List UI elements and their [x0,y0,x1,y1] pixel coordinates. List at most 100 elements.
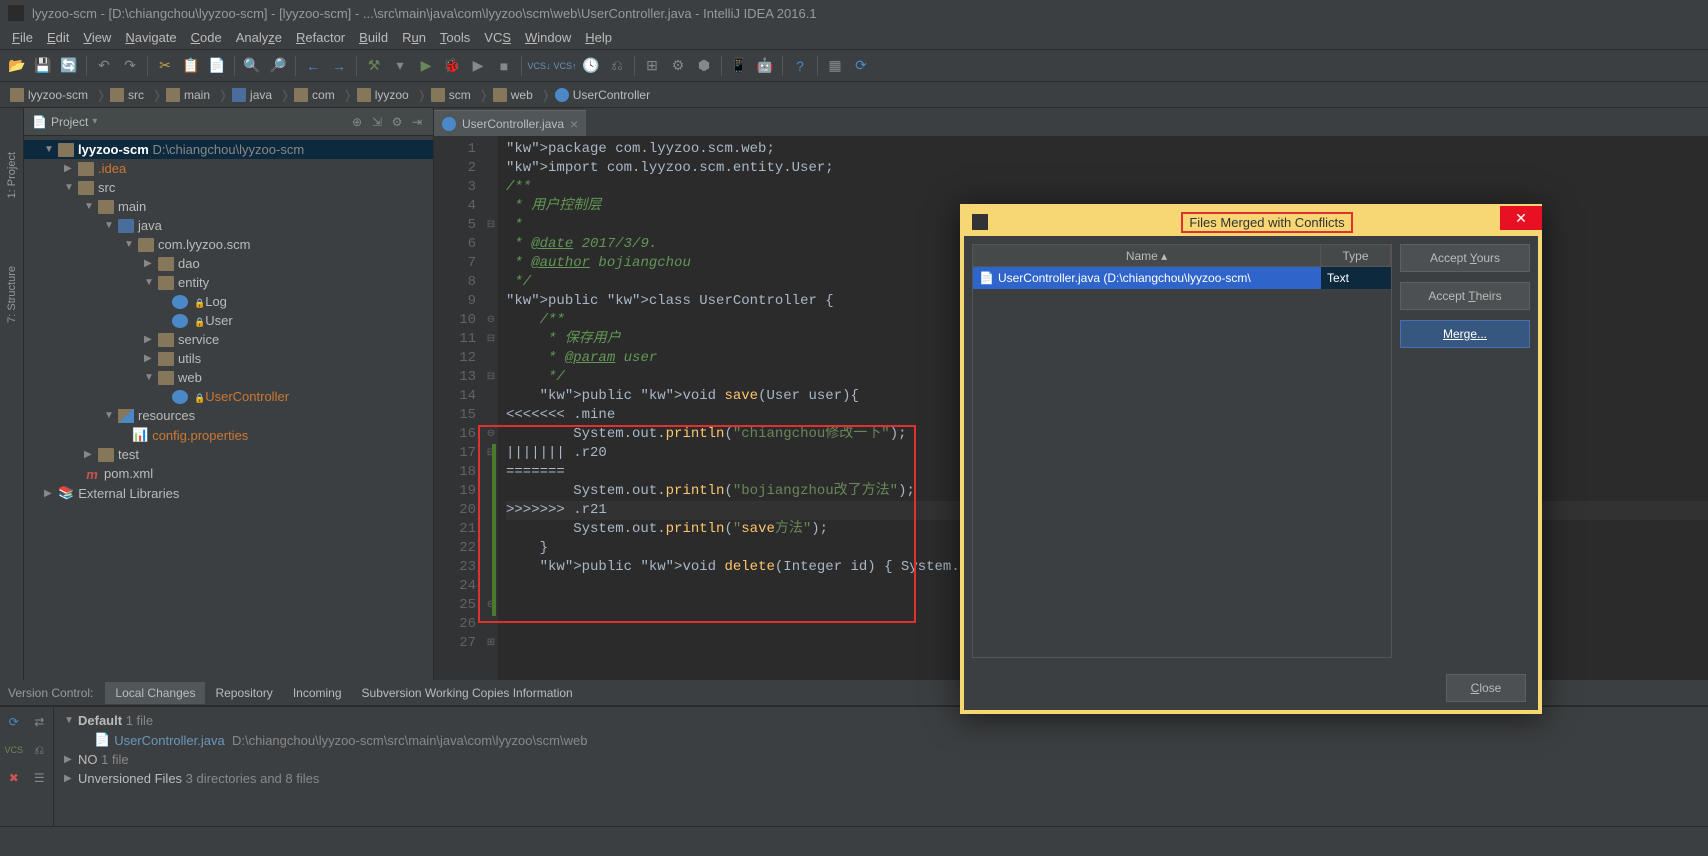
tree-root[interactable]: ▼lyyzoo-scm D:\chiangchou\lyyzoo-scm [24,140,433,159]
tool1-icon[interactable]: ▦ [824,55,846,77]
debug-icon[interactable]: 🐞 [441,55,463,77]
tree-usercontroller[interactable]: UserController [24,387,433,406]
crumb-class[interactable]: UserController [551,86,656,104]
build-icon[interactable]: ⚒ [363,55,385,77]
tree-service[interactable]: ▶service [24,330,433,349]
sdk-icon[interactable]: ⬢ [693,55,715,77]
merge-button[interactable]: Merge... [1400,320,1530,348]
crumb-web[interactable]: web [489,86,539,104]
tree-package[interactable]: ▼com.lyyzoo.scm [24,235,433,254]
vc-tab-local[interactable]: Local Changes [105,682,205,704]
close-tab-icon[interactable]: × [570,116,578,132]
vc-delete-icon[interactable]: ✖ [2,765,26,791]
hide-icon[interactable]: ⇥ [409,114,425,130]
side-tab-structure[interactable]: 7: Structure [4,262,20,327]
accept-theirs-button[interactable]: Accept Theirs [1400,282,1530,310]
dialog-close-button[interactable]: ✕ [1500,206,1542,230]
help-icon[interactable]: ? [789,55,811,77]
menu-window[interactable]: Window [519,28,577,47]
open-icon[interactable]: 📂 [6,55,28,77]
tree-user[interactable]: User [24,311,433,330]
tree-idea[interactable]: ▶.idea [24,159,433,178]
side-tab-project[interactable]: 1: Project [4,148,20,202]
locate-icon[interactable]: ⊕ [349,114,365,130]
tree-dao[interactable]: ▶dao [24,254,433,273]
undo-icon[interactable]: ↶ [93,55,115,77]
vc-diff-icon[interactable]: ⇄ [28,709,52,735]
tree-external-libs[interactable]: ▶📚External Libraries [24,483,433,503]
menu-file[interactable]: File [6,28,39,47]
crumb-lyyzoo[interactable]: lyyzoo [353,86,415,104]
menu-refactor[interactable]: Refactor [290,28,351,47]
menu-vcs[interactable]: VCS [478,28,517,47]
vc-tab-svn-info[interactable]: Subversion Working Copies Information [352,682,583,704]
vcs-update-icon[interactable]: VCS↓ [528,55,550,77]
tree-utils[interactable]: ▶utils [24,349,433,368]
tree-main[interactable]: ▼main [24,197,433,216]
col-name-header[interactable]: Name ▴ [973,245,1321,266]
menu-run[interactable]: Run [396,28,432,47]
vc-more-icon[interactable]: ☰ [28,765,52,791]
save-icon[interactable]: 💾 [32,55,54,77]
back-icon[interactable]: ← [302,55,324,77]
find-icon[interactable]: 🔍 [241,55,263,77]
vc-unversioned[interactable]: ▶Unversioned Files 3 directories and 8 f… [54,769,1708,788]
stop-icon[interactable]: ■ [493,55,515,77]
menu-code[interactable]: Code [185,28,228,47]
tree-java[interactable]: ▼java [24,216,433,235]
structure-icon[interactable]: ⊞ [641,55,663,77]
crumb-com[interactable]: com [290,86,341,104]
menu-edit[interactable]: Edit [41,28,75,47]
avd-icon[interactable]: 📱 [728,55,750,77]
crumb-root[interactable]: lyyzoo-scm [6,86,94,104]
crumb-main[interactable]: main [162,86,216,104]
accept-yours-button[interactable]: Accept Yours [1400,244,1530,272]
tree-config[interactable]: 📊config.properties [24,425,433,445]
menu-view[interactable]: View [77,28,117,47]
tree-src[interactable]: ▼src [24,178,433,197]
vcs-history-icon[interactable]: 🕓 [580,55,602,77]
copy-icon[interactable]: 📋 [180,55,202,77]
tool2-icon[interactable]: ⟳ [850,55,872,77]
project-dropdown-icon[interactable]: ▾ [92,116,97,127]
tree-web[interactable]: ▼web [24,368,433,387]
menu-tools[interactable]: Tools [434,28,476,47]
collapse-icon[interactable]: ⇲ [369,114,385,130]
vc-tab-incoming[interactable]: Incoming [283,682,352,704]
tree-test[interactable]: ▶test [24,445,433,464]
crumb-src[interactable]: src [106,86,150,104]
run-config-icon[interactable]: ▾ [389,55,411,77]
menu-build[interactable]: Build [353,28,394,47]
paste-icon[interactable]: 📄 [206,55,228,77]
editor-tab-usercontroller[interactable]: UserController.java × [434,110,586,136]
sync-icon[interactable]: 🔄 [58,55,80,77]
crumb-java[interactable]: java [228,86,278,104]
vc-refresh-icon[interactable]: ⟳ [2,709,26,735]
coverage-icon[interactable]: ▶ [467,55,489,77]
settings-icon[interactable]: ⚙ [667,55,689,77]
menu-analyze[interactable]: Analyze [230,28,288,47]
android-icon[interactable]: 🤖 [754,55,776,77]
gear-icon[interactable]: ⚙ [389,114,405,130]
vcs-commit-icon[interactable]: VCS↑ [554,55,576,77]
close-button[interactable]: Close [1446,674,1526,702]
vcs-revert-icon[interactable]: ⎌ [606,55,628,77]
tree-resources[interactable]: ▼resources [24,406,433,425]
run-icon[interactable]: ▶ [415,55,437,77]
forward-icon[interactable]: → [328,55,350,77]
replace-icon[interactable]: 🔎 [267,55,289,77]
crumb-scm[interactable]: scm [427,86,477,104]
vc-changed-file[interactable]: 📄UserController.java D:\chiangchou\lyyzo… [54,730,1708,750]
tree-entity[interactable]: ▼entity [24,273,433,292]
col-type-header[interactable]: Type [1321,245,1391,266]
tree-pom[interactable]: mpom.xml [24,464,433,483]
vc-revert-icon[interactable]: ⎌ [28,737,52,763]
cut-icon[interactable]: ✂ [154,55,176,77]
tree-log[interactable]: Log [24,292,433,311]
vc-commit-icon[interactable]: VCS [2,737,26,763]
redo-icon[interactable]: ↷ [119,55,141,77]
vc-tab-repository[interactable]: Repository [205,682,282,704]
menu-help[interactable]: Help [579,28,618,47]
vc-no-changelist[interactable]: ▶NO 1 file [54,750,1708,769]
conflict-file-row[interactable]: 📄UserController.java (D:\chiangchou\lyyz… [973,267,1391,289]
